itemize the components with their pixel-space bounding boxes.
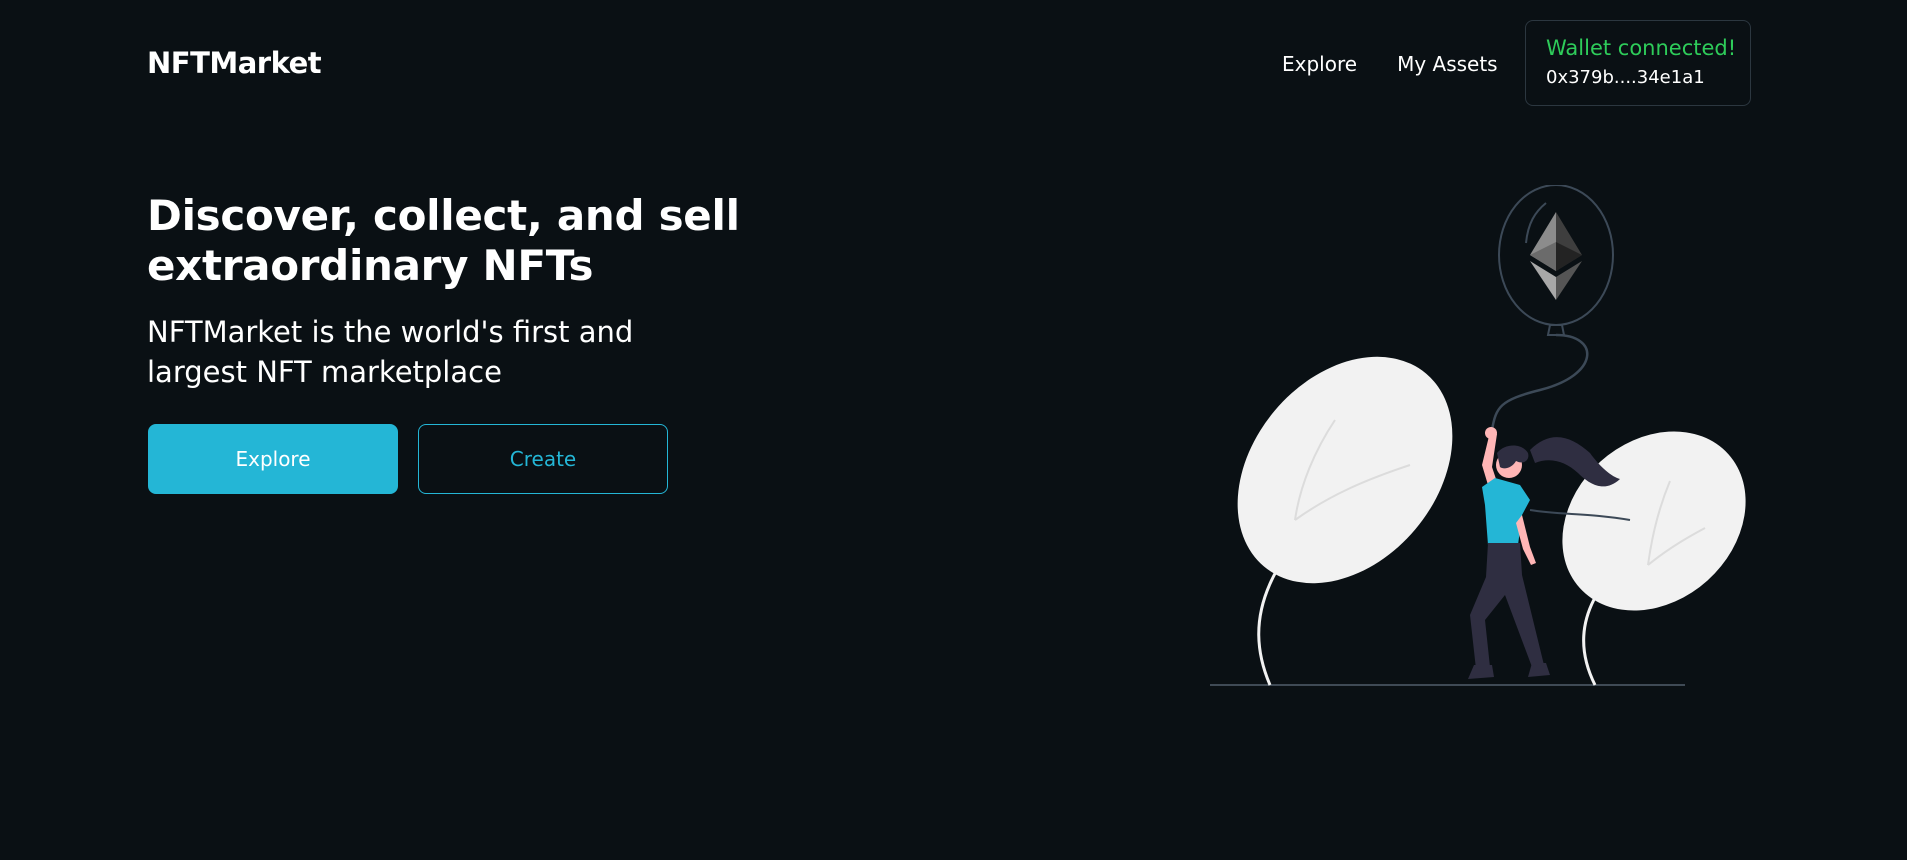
ethereum-balloon-icon (1490, 185, 1614, 431)
wallet-address: 0x379b....34e1a1 (1546, 67, 1705, 88)
hero-title: Discover, collect, and sell extraordinar… (147, 191, 740, 290)
wallet-status-text: Wallet connected! (1546, 36, 1737, 60)
wallet-status-card[interactable]: Wallet connected! 0x379b....34e1a1 (1525, 20, 1751, 106)
main-nav: Explore My Assets (1282, 50, 1498, 78)
nav-link-explore[interactable]: Explore (1282, 50, 1357, 78)
landing-page: NFTMarket Explore My Assets Wallet conne… (0, 0, 1907, 860)
ethereum-balloon-illustration (1210, 185, 1746, 686)
explore-button[interactable]: Explore (148, 424, 398, 494)
brand-logo[interactable]: NFTMarket (147, 44, 322, 82)
left-leaf-icon (1237, 356, 1453, 686)
hero-subtitle: NFTMarket is the world's first and large… (147, 315, 634, 389)
nav-link-my-assets[interactable]: My Assets (1397, 50, 1498, 78)
create-button[interactable]: Create (418, 424, 668, 494)
